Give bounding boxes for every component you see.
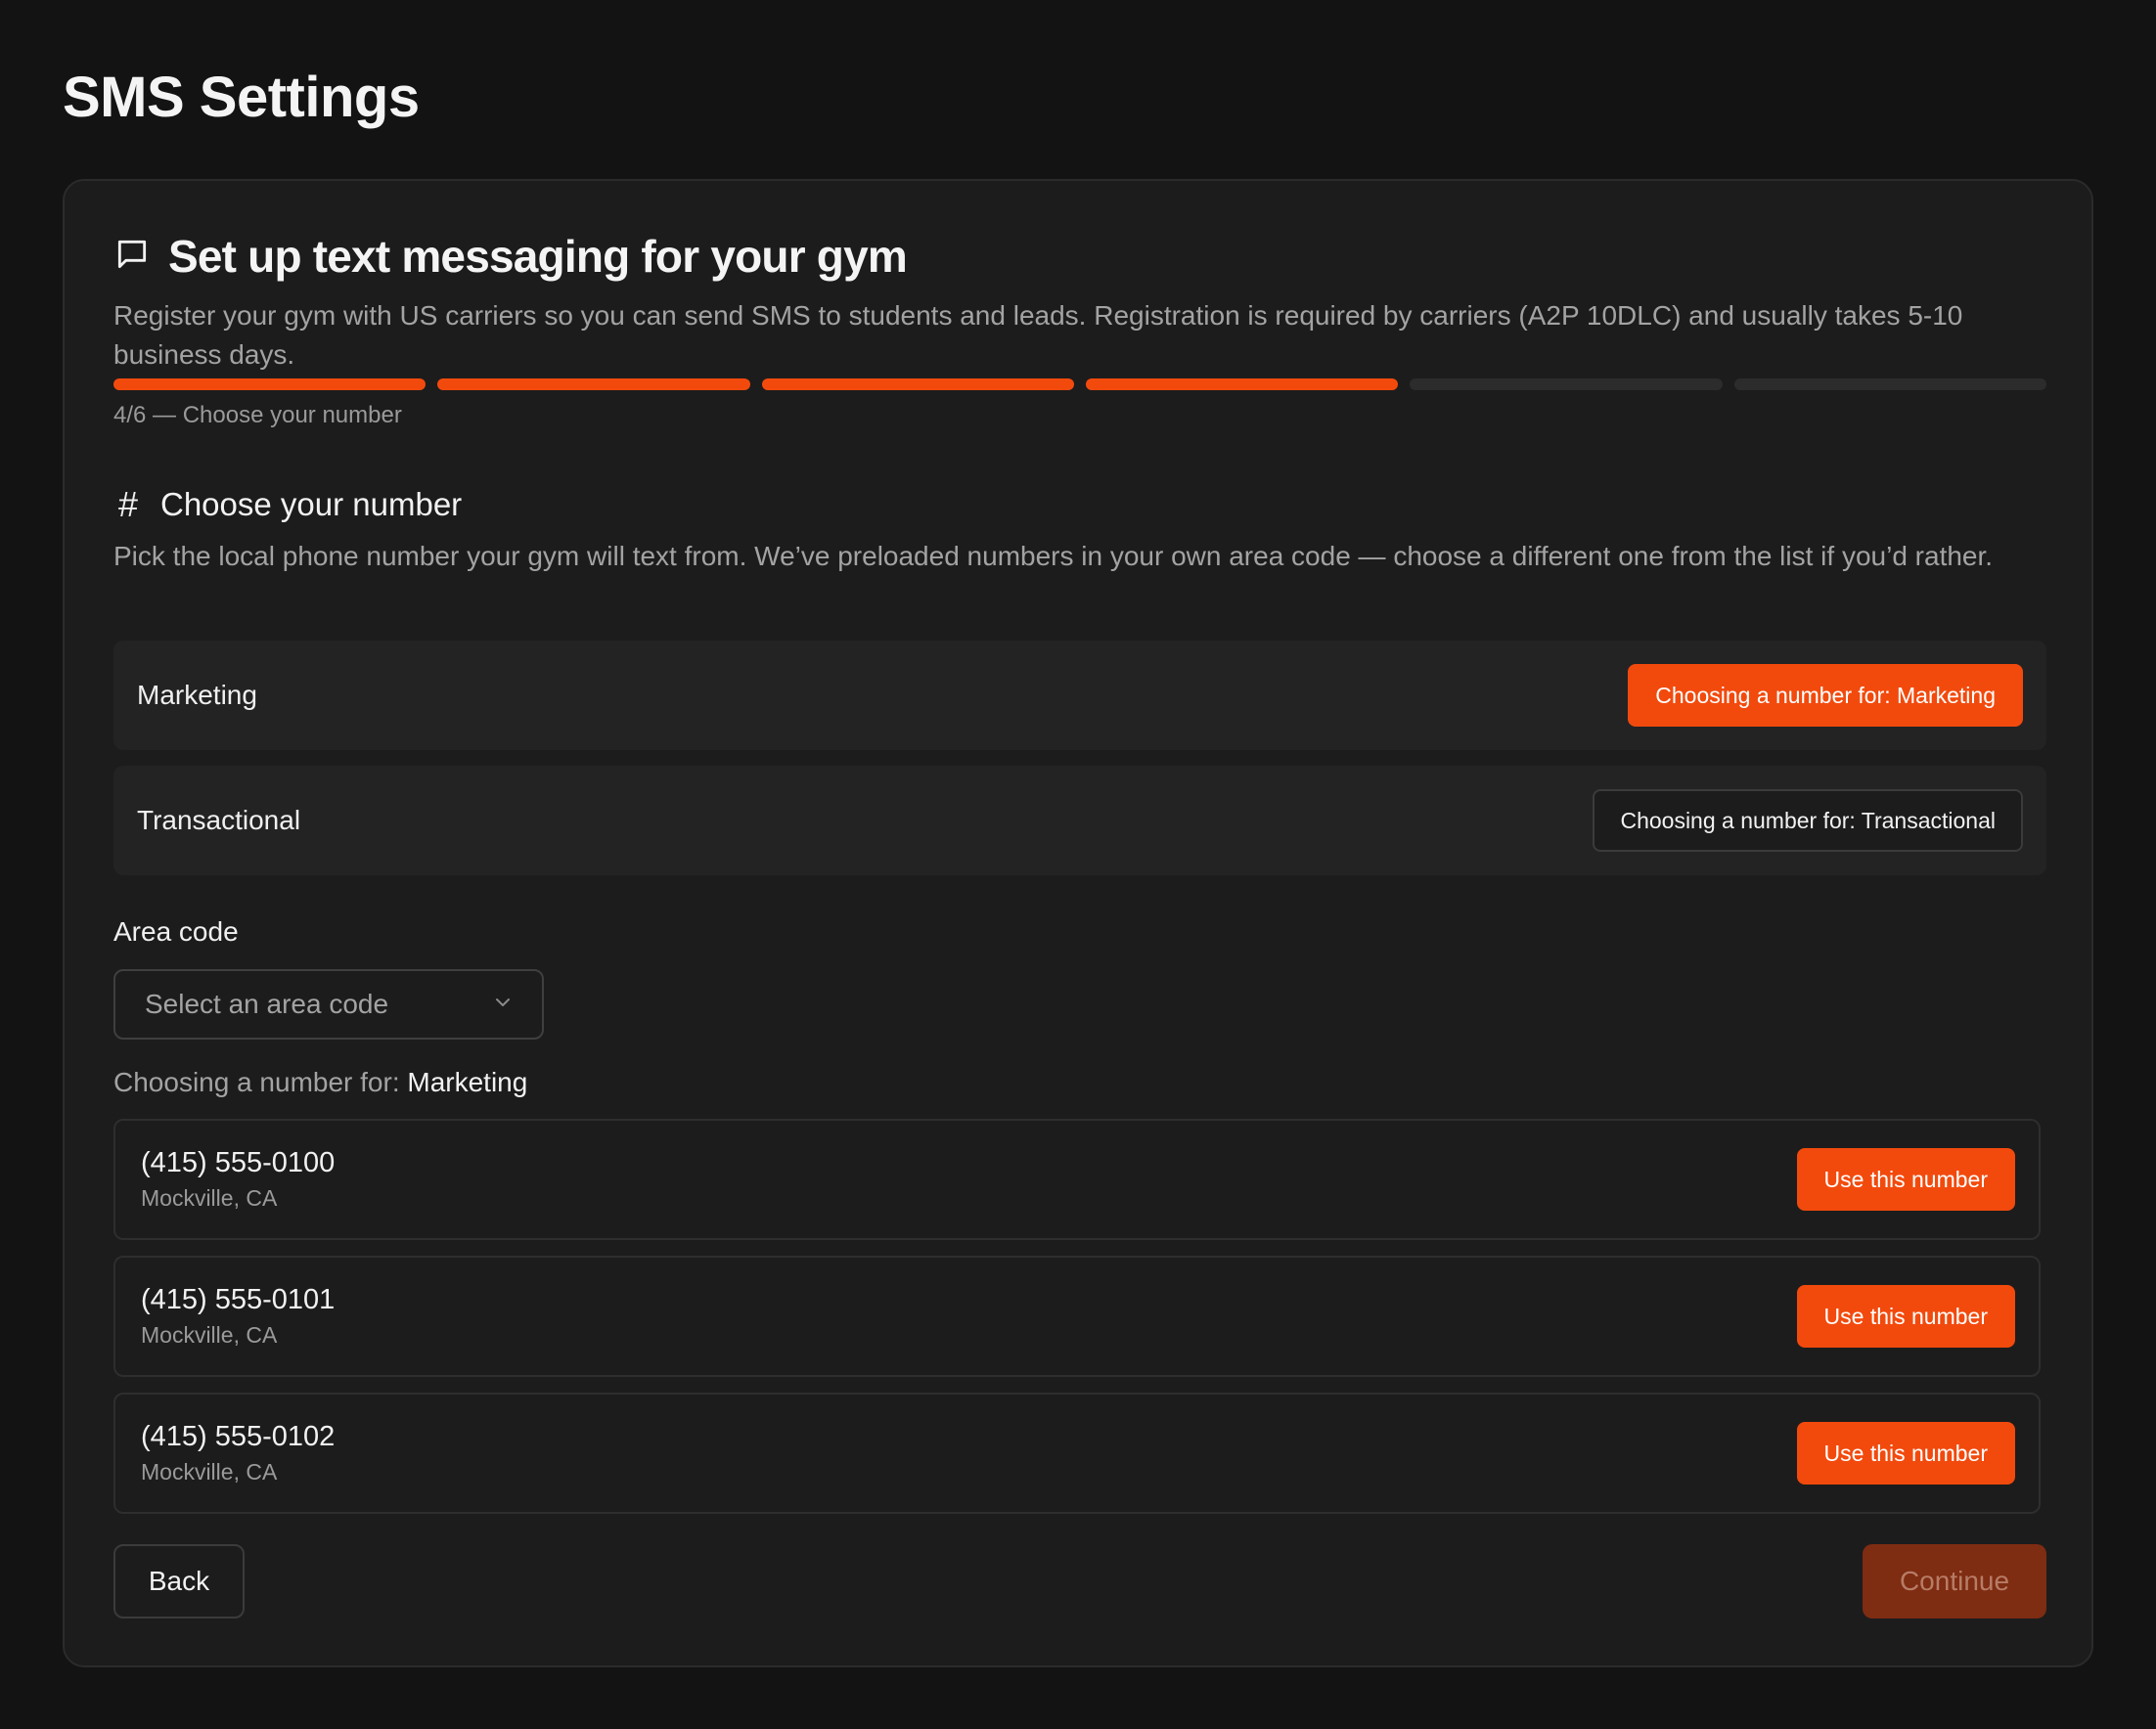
section-title: Choose your number (160, 486, 463, 522)
progress-segment (113, 378, 427, 390)
section-description: Pick the local phone number your gym wil… (113, 541, 1994, 571)
phone-location: Mockville, CA (141, 1322, 278, 1348)
card-description: Register your gym with US carriers so yo… (113, 300, 1963, 370)
card-title-row: Set up text messaging for your gym (113, 230, 2046, 283)
message-square-icon (113, 236, 151, 278)
hash-icon: # (117, 484, 139, 524)
sms-setup-card: Set up text messaging for your gym Regis… (63, 179, 2093, 1667)
choose-marketing-button[interactable]: Choosing a number for: Marketing (1628, 664, 2023, 727)
list-item: (415) 555-0101 Mockville, CA Use this nu… (113, 1256, 2041, 1377)
progress-segment (437, 378, 750, 390)
section-title-row: # Choose your number (113, 484, 2046, 525)
progress-segment (761, 378, 1074, 390)
purpose-label: Marketing (137, 680, 257, 710)
chevron-down-icon (491, 991, 515, 1019)
choosing-for-value: Marketing (407, 1067, 528, 1097)
area-code-placeholder: Select an area code (145, 989, 389, 1019)
step-label: 4/6 — Choose your number (113, 402, 402, 428)
phone-number: (415) 555-0102 (141, 1421, 336, 1452)
progress-segment (1410, 378, 1723, 390)
choosing-for-line: Choosing a number for: Marketing (113, 1067, 527, 1098)
purpose-row-marketing: Marketing Choosing a number for: Marketi… (113, 641, 2046, 750)
back-button[interactable]: Back (113, 1544, 245, 1618)
use-number-button[interactable]: Use this number (1796, 1422, 2015, 1485)
phone-location: Mockville, CA (141, 1459, 278, 1485)
page-title: SMS Settings (63, 66, 420, 129)
purpose-label: Transactional (137, 805, 301, 835)
progress-segment (1085, 378, 1399, 390)
purpose-row-transactional: Transactional Choosing a number for: Tra… (113, 766, 2046, 875)
choose-transactional-button[interactable]: Choosing a number for: Transactional (1593, 789, 2023, 852)
continue-button[interactable]: Continue (1863, 1544, 2046, 1618)
choosing-for-prefix: Choosing a number for: (113, 1067, 400, 1097)
progress-segment (1733, 378, 2046, 390)
card-header: Set up text messaging for your gym Regis… (113, 230, 2046, 375)
phone-location: Mockville, CA (141, 1185, 278, 1211)
choose-number-section: # Choose your number Pick the local phon… (113, 484, 2046, 576)
card-title: Set up text messaging for your gym (168, 231, 908, 282)
area-code-select[interactable]: Select an area code (113, 969, 544, 1040)
list-item: (415) 555-0100 Mockville, CA Use this nu… (113, 1119, 2041, 1240)
number-list: (415) 555-0100 Mockville, CA Use this nu… (113, 1119, 2041, 1530)
phone-number: (415) 555-0100 (141, 1147, 336, 1178)
area-code-label: Area code (113, 916, 239, 947)
use-number-button[interactable]: Use this number (1796, 1285, 2015, 1348)
progress-bar (113, 378, 2046, 390)
list-item: (415) 555-0102 Mockville, CA Use this nu… (113, 1393, 2041, 1514)
phone-number: (415) 555-0101 (141, 1284, 336, 1315)
use-number-button[interactable]: Use this number (1796, 1148, 2015, 1211)
